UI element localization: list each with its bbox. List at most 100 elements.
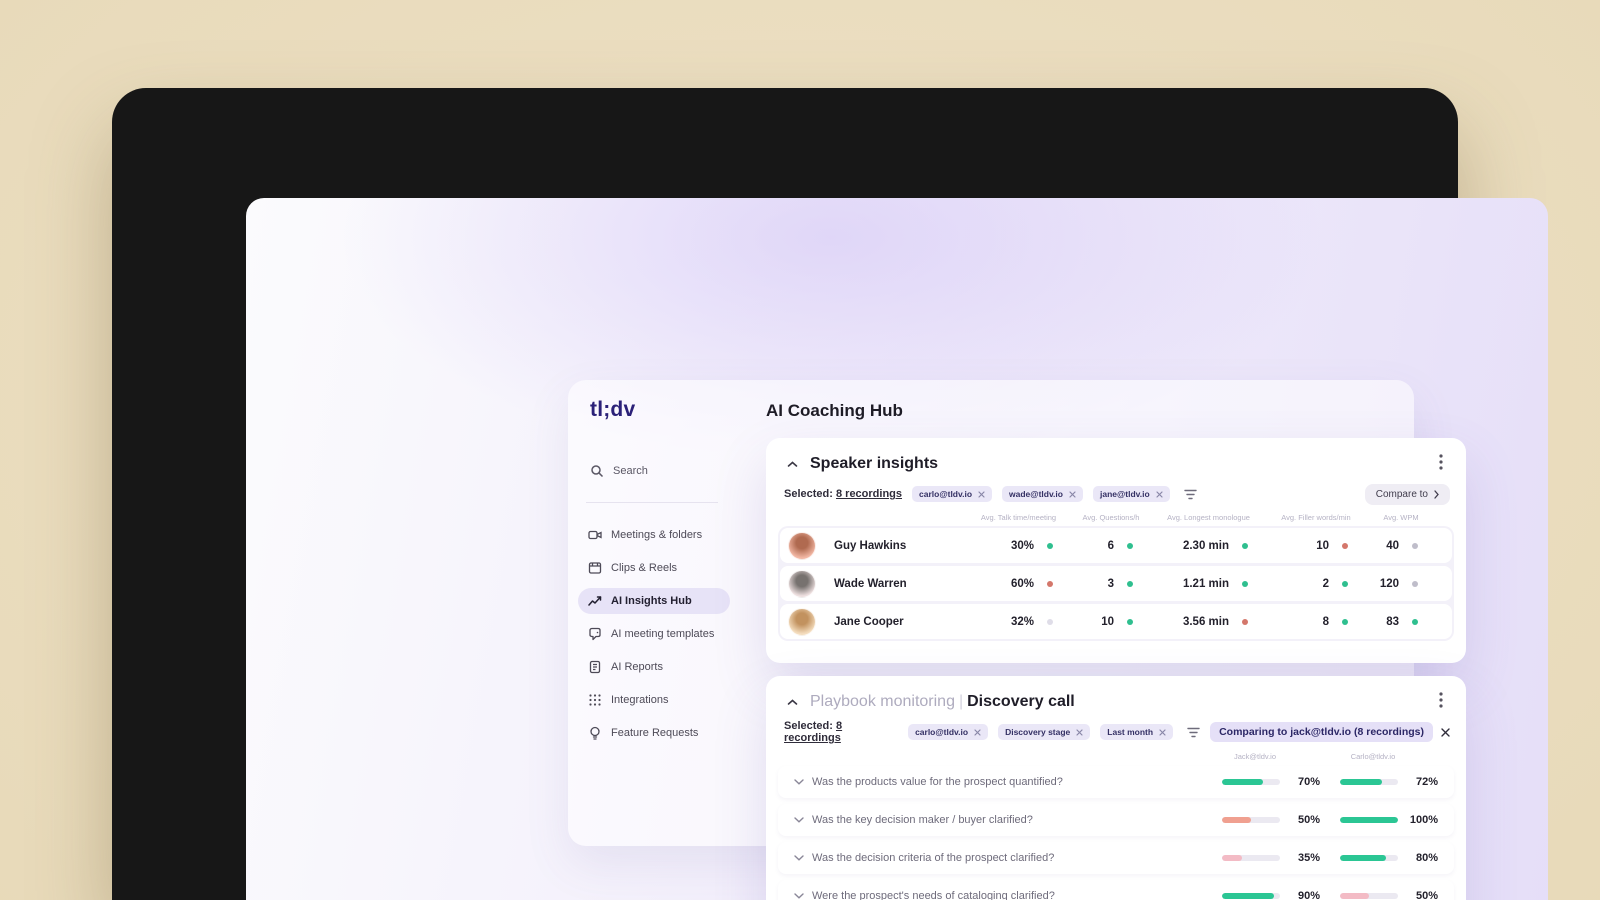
speaker-row[interactable]: Jane Cooper 32% 10 3.56 min 8 83 (780, 604, 1452, 639)
sidebar-divider (586, 502, 718, 503)
status-dot-green (1342, 618, 1348, 625)
status-dot-green (1127, 580, 1133, 587)
filter-chip[interactable]: Discovery stage (998, 724, 1091, 740)
metric-value: 30% (1010, 539, 1034, 552)
question-row[interactable]: Was the decision criteria of the prospec… (778, 842, 1454, 874)
metric-value: 3 (1107, 577, 1114, 590)
filter-icon[interactable] (1187, 727, 1200, 738)
metric-cell: 3.56 min (1153, 616, 1268, 628)
sidebar-item-ai-reports[interactable]: AI Reports (578, 654, 730, 680)
selected-text: Selected: (784, 488, 833, 500)
chip-label: wade@tldv.io (1009, 489, 1063, 499)
metric-cell: 32% (968, 616, 1073, 628)
close-icon[interactable] (978, 490, 985, 498)
filter-icon[interactable] (1183, 489, 1197, 500)
metric-value: 40 (1386, 539, 1399, 552)
kebab-menu-icon[interactable] (1432, 690, 1450, 710)
close-icon[interactable] (1069, 490, 1076, 498)
metric-value: 32% (1010, 615, 1034, 628)
playbook-title-muted: Playbook monitoring (810, 693, 955, 710)
sidebar-item-clips-reels[interactable]: Clips & Reels (578, 555, 730, 581)
sidebar-item-label: Meetings & folders (611, 529, 703, 541)
chevron-down-icon[interactable] (786, 855, 812, 861)
question-row[interactable]: Was the key decision maker / buyer clari… (778, 804, 1454, 836)
sidebar-item-feature-requests[interactable]: Feature Requests (578, 720, 730, 746)
compare-to-button[interactable]: Compare to (1364, 483, 1450, 505)
kebab-menu-icon[interactable] (1432, 452, 1450, 472)
percent-left: 90% (1297, 890, 1320, 900)
playbook-title-main: Discovery call (967, 693, 1075, 710)
comparing-label[interactable]: Comparing to jack@tldv.io (8 recordings) (1210, 722, 1433, 742)
speaker-name: Guy Hawkins (834, 539, 907, 552)
speaker-name: Jane Cooper (834, 615, 904, 628)
status-dot-green (1127, 618, 1133, 625)
page-title: AI Coaching Hub (766, 401, 903, 420)
filter-chip[interactable]: carlo@tldv.io (912, 486, 993, 502)
close-icon[interactable] (974, 728, 981, 736)
progress-bar-left (1222, 855, 1280, 861)
desktop-background: tl;dv Search Meetings & folders Clips & … (0, 0, 1600, 900)
sidebar-item-label: AI meeting templates (611, 628, 715, 640)
sidebar-item-integrations[interactable]: Integrations (578, 687, 730, 713)
chevron-down-icon[interactable] (786, 779, 812, 785)
filter-chip[interactable]: carlo@tldv.io (908, 724, 989, 740)
tldv-logo: tl;dv (590, 398, 636, 421)
selected-label: Selected: 8 recordings (784, 488, 902, 500)
metric-cell: 2 (1268, 578, 1368, 590)
filter-chip[interactable]: jane@tldv.io (1092, 486, 1170, 502)
report-icon (588, 660, 602, 674)
progress-bar-right (1340, 779, 1398, 785)
speaker-insights-title: Speaker insights (810, 455, 939, 472)
progress-bar-right (1340, 817, 1398, 823)
question-row[interactable]: Was the products value for the prospect … (778, 766, 1454, 798)
percent-right: 100% (1409, 814, 1438, 826)
playbook-panel: Playbook monitoring | Discovery call Selec… (766, 676, 1466, 900)
filter-chip[interactable]: Last month (1100, 724, 1174, 740)
column-header: Avg. WPM (1383, 512, 1419, 522)
metric-cell: 10 (1268, 540, 1368, 552)
metric-cell: 120 (1368, 578, 1438, 590)
laptop-screen: tl;dv Search Meetings & folders Clips & … (246, 198, 1548, 900)
sidebar-item-label: Integrations (611, 694, 669, 706)
metric-cell: 60% (968, 578, 1073, 590)
avatar (788, 569, 816, 598)
chip-label: Last month (1107, 727, 1154, 737)
question-row[interactable]: Were the prospect's needs of cataloging … (778, 880, 1454, 900)
status-dot-green (1127, 542, 1133, 549)
column-header: Avg. Filler words/min (1281, 512, 1351, 522)
bulb-icon (588, 726, 602, 740)
chevron-down-icon[interactable] (786, 893, 812, 899)
percent-right: 80% (1415, 852, 1438, 864)
close-icon[interactable] (1159, 728, 1166, 736)
speaker-filters-row: Selected: 8 recordings carlo@tldv.io wad… (784, 483, 1450, 505)
selected-count-link[interactable]: 8 recordings (836, 488, 902, 500)
speaker-name: Wade Warren (834, 577, 907, 590)
sidebar-item-ai-meeting-templates[interactable]: AI meeting templates (578, 621, 730, 647)
playbook-chips: carlo@tldv.io Discovery stage Last month (908, 724, 1174, 740)
question-text: Was the products value for the prospect … (812, 776, 1063, 788)
playbook-title: Playbook monitoring | Discovery call (810, 693, 1075, 711)
metric-value: 60% (1010, 577, 1034, 590)
speaker-row[interactable]: Guy Hawkins 30% 6 2.30 min 10 40 (780, 528, 1452, 563)
column-header: Avg. Longest monologue (1167, 512, 1250, 522)
clapperboard-icon (588, 561, 602, 575)
filter-chip[interactable]: wade@tldv.io (1002, 486, 1083, 502)
speaker-row[interactable]: Wade Warren 60% 3 1.21 min 2 120 (780, 566, 1452, 601)
sidebar-item-meetings-folders[interactable]: Meetings & folders (578, 522, 730, 548)
sidebar-item-ai-insights-hub[interactable]: AI Insights Hub (578, 588, 730, 614)
collapse-chevron-up-icon[interactable] (784, 456, 800, 472)
search-input[interactable]: Search (590, 464, 648, 478)
close-icon[interactable] (1441, 727, 1450, 737)
close-icon[interactable] (1076, 728, 1083, 736)
metric-value: 6 (1107, 539, 1114, 552)
status-dot-red (1242, 618, 1248, 625)
speaker-column-headers: Avg. Talk time/meeting Avg. Questions/h Av… (786, 511, 1446, 523)
speaker-table: Guy Hawkins 30% 6 2.30 min 10 40 Wade Warren… (778, 526, 1454, 641)
speaker-insights-header: Speaker insights (766, 450, 1466, 478)
close-icon[interactable] (1156, 490, 1163, 498)
collapse-chevron-up-icon[interactable] (784, 694, 800, 710)
question-text: Was the decision criteria of the prospec… (812, 852, 1055, 864)
compare-to-label: Compare to (1375, 488, 1428, 500)
chevron-down-icon[interactable] (786, 817, 812, 823)
question-text: Was the key decision maker / buyer clari… (812, 814, 1033, 826)
